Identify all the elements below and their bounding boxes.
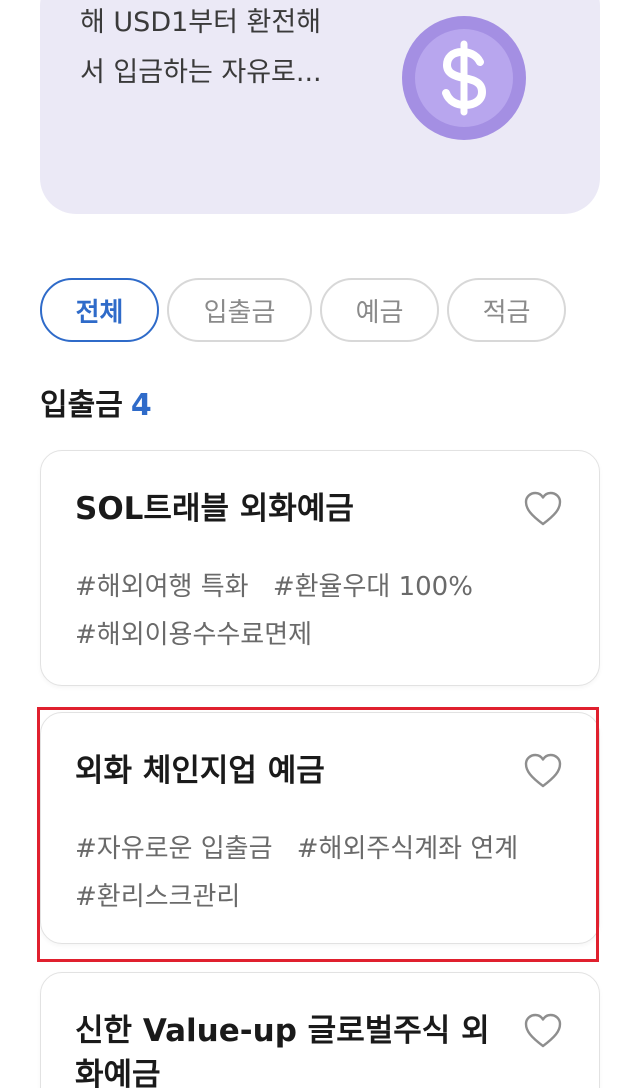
product-tag: #해외이용수수료면제 [75,620,313,650]
product-tag: #자유로운 입출금 [75,834,273,864]
promo-line-1: 해 USD1부터 환전해 [80,7,322,38]
product-tag: #해외주식계좌 연계 [296,834,519,864]
heart-icon[interactable] [523,751,563,791]
section-title-label: 입출금 [40,388,123,423]
promo-banner[interactable]: 해 USD1부터 환전해 서 입금하는 자유로... [40,0,600,214]
product-card[interactable]: 외화 체인지업 예금 #자유로운 입출금 #해외주식계좌 연계 #환리스크관리 [40,712,600,944]
promo-description: 해 USD1부터 환전해 서 입금하는 자유로... [80,0,380,98]
product-card[interactable]: 신한 Value-up 글로벌주식 외화예금 [40,972,600,1088]
filter-chip-deposit[interactable]: 예금 [320,278,439,342]
filter-chip-deposit-withdrawal[interactable]: 입출금 [167,278,312,342]
filter-chip-all[interactable]: 전체 [40,278,159,342]
product-title: 신한 Value-up 글로벌주식 외화예금 [75,1013,490,1088]
heart-icon[interactable] [523,1011,563,1051]
product-tags: #해외여행 특화 #환율우대 100% #해외이용수수료면제 [75,563,575,659]
product-title: SOL트래블 외화예금 [75,491,354,527]
section-title: 입출금 4 [40,380,152,424]
product-tag: #해외여행 특화 [75,572,249,602]
promo-line-2: 서 입금하는 자유로... [80,57,322,88]
dollar-coin-icon [402,16,526,140]
category-filter-chips: 전체 입출금 예금 적금 [40,278,566,342]
product-title: 외화 체인지업 예금 [75,753,325,789]
heart-icon[interactable] [523,489,563,529]
product-tag: #환리스크관리 [75,882,241,912]
filter-chip-savings[interactable]: 적금 [447,278,566,342]
product-tag: #환율우대 100% [272,572,473,602]
product-card[interactable]: SOL트래블 외화예금 #해외여행 특화 #환율우대 100% #해외이용수수료… [40,450,600,686]
product-list-page: 해 USD1부터 환전해 서 입금하는 자유로... 전체 입출금 예금 적금 … [0,0,640,1088]
product-tags: #자유로운 입출금 #해외주식계좌 연계 #환리스크관리 [75,825,575,921]
section-count: 4 [130,388,152,423]
